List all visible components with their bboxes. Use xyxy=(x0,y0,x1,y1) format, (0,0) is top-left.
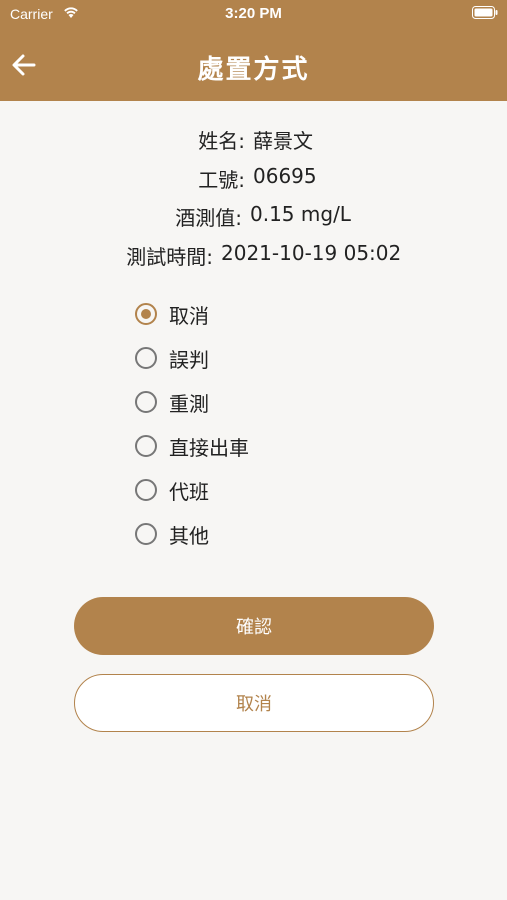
alcohol-row: 酒測值: 0.15 mg/L xyxy=(0,202,507,232)
test-time-value: 2021-10-19 05:02 xyxy=(221,241,402,265)
test-time-row: 測試時間: 2021-10-19 05:02 xyxy=(0,241,507,271)
alcohol-label: 酒測值: xyxy=(175,206,242,230)
radio-selected-icon[interactable] xyxy=(135,303,157,325)
option-label: 取消 xyxy=(169,303,209,328)
status-bar: Carrier 3:20 PM xyxy=(0,0,507,28)
option-dispatch[interactable]: 直接出車 xyxy=(135,430,355,462)
id-value: 06695 xyxy=(253,164,317,188)
option-label: 代班 xyxy=(169,479,209,504)
page-title: 處置方式 xyxy=(197,55,310,85)
name-row: 姓名: 薛景文 xyxy=(0,125,507,155)
alcohol-value: 0.15 mg/L xyxy=(250,202,351,226)
radio-unselected-icon[interactable] xyxy=(135,347,157,369)
option-substitute[interactable]: 代班 xyxy=(135,474,355,506)
cancel-button[interactable]: 取消 xyxy=(74,674,434,732)
option-other[interactable]: 其他 xyxy=(135,518,355,550)
confirm-button[interactable]: 確認 xyxy=(74,597,434,655)
header-bar: Carrier 3:20 PM 處置方式 xyxy=(0,0,507,101)
name-label: 姓名: xyxy=(198,129,245,153)
id-label: 工號: xyxy=(198,168,245,192)
option-label: 誤判 xyxy=(169,347,209,372)
radio-unselected-icon[interactable] xyxy=(135,391,157,413)
radio-unselected-icon[interactable] xyxy=(135,523,157,545)
option-label: 直接出車 xyxy=(169,435,249,460)
option-retest[interactable]: 重測 xyxy=(135,386,355,418)
radio-unselected-icon[interactable] xyxy=(135,435,157,457)
battery-icon xyxy=(472,6,498,19)
option-misjudge[interactable]: 誤判 xyxy=(135,342,355,374)
option-label: 重測 xyxy=(169,391,209,416)
option-label: 其他 xyxy=(169,523,209,548)
test-time-label: 測試時間: xyxy=(126,245,213,269)
option-cancel[interactable]: 取消 xyxy=(135,298,355,330)
name-value: 薛景文 xyxy=(253,129,313,153)
radio-unselected-icon[interactable] xyxy=(135,479,157,501)
nav-bar: 處置方式 xyxy=(0,36,507,96)
status-time: 3:20 PM xyxy=(225,5,282,22)
id-row: 工號: 06695 xyxy=(0,164,507,194)
